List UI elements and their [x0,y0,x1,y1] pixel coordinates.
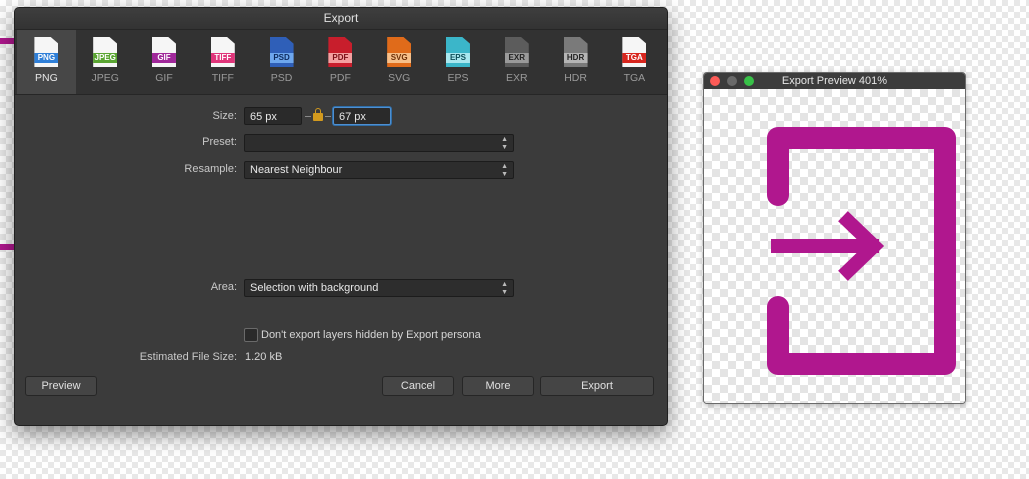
exr-badge: EXR [504,53,529,63]
tab-svg[interactable]: SVG SVG [370,30,429,94]
filesize-value: 1.20 kB [245,351,283,363]
preset-label: Preset: [202,136,237,148]
aspect-lock-icon[interactable] [313,108,323,121]
pdf-file-icon: PDF [328,37,353,67]
resample-label: Resample: [184,163,237,175]
export-dialog: Export PNG PNG JPEG JPEG GIF GIF TIFF TI… [14,7,668,426]
tab-label: TIFF [211,72,234,84]
sign-in-icon [767,127,956,375]
tab-label: HDR [564,72,587,84]
tab-exr[interactable]: EXR EXR [487,30,546,94]
preview-button[interactable]: Preview [25,376,97,396]
tga-badge: TGA [622,53,647,63]
svg-badge: SVG [387,53,412,63]
hidden-layers-checkbox[interactable] [244,328,258,342]
dialog-title: Export [15,8,667,30]
tab-gif[interactable]: GIF GIF [135,30,194,94]
background-artwork-stripe [0,38,14,44]
tab-tiff[interactable]: TIFF TIFF [193,30,252,94]
tab-label: EPS [447,72,469,84]
psd-badge: PSD [269,53,294,63]
gif-file-icon: GIF [151,37,176,67]
tab-pdf[interactable]: PDF PDF [311,30,370,94]
preset-select[interactable]: ▲ ▼ [244,134,514,152]
svg-file-icon: SVG [387,37,412,67]
tga-file-icon: TGA [622,37,647,67]
png-badge: PNG [34,53,59,63]
tab-hdr[interactable]: HDR HDR [546,30,605,94]
tab-eps[interactable]: EPS EPS [429,30,488,94]
tiff-file-icon: TIFF [210,37,235,67]
jpeg-file-icon: JPEG [93,37,118,67]
preview-canvas [704,89,965,403]
select-arrows-icon: ▲ ▼ [501,281,508,296]
tab-label: PNG [35,72,58,84]
jpeg-badge: JPEG [93,53,118,63]
resample-select[interactable]: Nearest Neighbour ▲ ▼ [244,161,514,179]
tiff-badge: TIFF [210,53,235,63]
background-artwork-stripe [0,244,14,250]
more-button[interactable]: More [462,376,534,396]
minimize-window-button[interactable] [727,76,737,86]
close-window-button[interactable] [710,76,720,86]
link-line [325,116,331,117]
select-arrows-icon: ▲ ▼ [501,163,508,178]
psd-file-icon: PSD [269,37,294,67]
export-settings: Size: 65 px 67 px Preset: ▲ ▼ Resample: N… [15,95,667,405]
link-line [305,116,311,117]
export-preview-window: Export Preview 401% [703,72,966,404]
eps-badge: EPS [445,53,470,63]
size-label: Size: [212,110,237,122]
resample-value: Nearest Neighbour [250,164,343,176]
area-select[interactable]: Selection with background ▲ ▼ [244,279,514,297]
hidden-layers-label[interactable]: Don't export layers hidden by Export per… [261,329,481,341]
filesize-label: Estimated File Size: [139,351,237,363]
area-label: Area: [210,281,237,293]
tab-psd[interactable]: PSD PSD [252,30,311,94]
eps-file-icon: EPS [445,37,470,67]
exr-file-icon: EXR [504,37,529,67]
tab-label: SVG [388,72,411,84]
tab-label: PDF [329,72,351,84]
cancel-button[interactable]: Cancel [382,376,454,396]
tab-label: GIF [155,72,173,84]
tab-label: TGA [623,72,646,84]
hdr-file-icon: HDR [563,37,588,67]
gif-badge: GIF [151,53,176,63]
tab-label: JPEG [91,72,119,84]
preview-title: Export Preview 401% [781,75,888,87]
zoom-window-button[interactable] [744,76,754,86]
format-tabs: PNG PNG JPEG JPEG GIF GIF TIFF TIFF PSD … [15,30,667,95]
width-input[interactable]: 65 px [244,107,302,125]
tab-label: PSD [270,72,293,84]
tab-tga[interactable]: TGA TGA [605,30,664,94]
preview-titlebar: Export Preview 401% [704,73,965,89]
hdr-badge: HDR [563,53,588,63]
select-arrows-icon: ▲ ▼ [501,136,508,151]
tab-jpeg[interactable]: JPEG JPEG [76,30,135,94]
export-button[interactable]: Export [540,376,654,396]
pdf-badge: PDF [328,53,353,63]
height-input[interactable]: 67 px [333,107,391,125]
tab-png[interactable]: PNG PNG [17,30,76,94]
tab-label: EXR [505,72,528,84]
png-file-icon: PNG [34,37,59,67]
area-value: Selection with background [250,282,379,294]
